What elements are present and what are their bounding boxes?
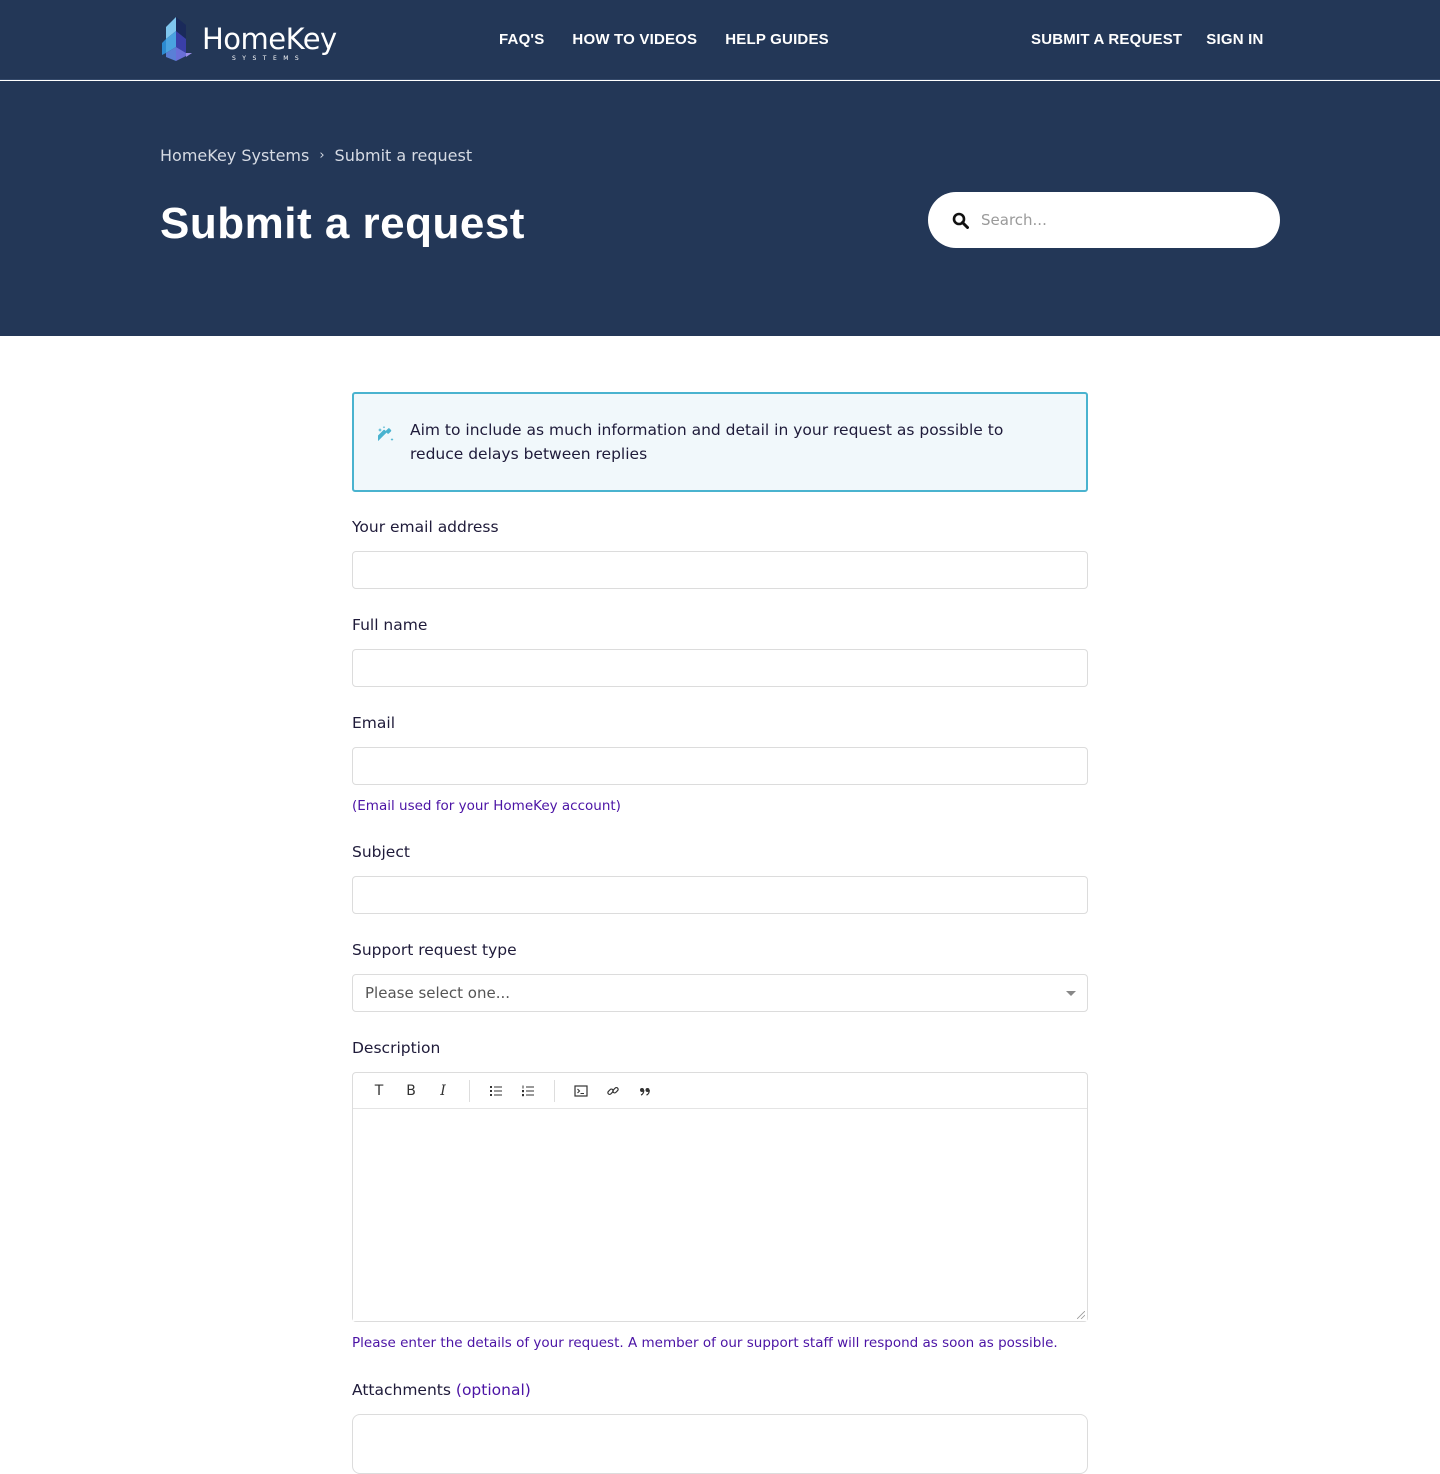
field-attachments: Attachments (optional) <box>352 1379 1088 1474</box>
request-type-select[interactable]: Please select one... <box>352 974 1088 1012</box>
quote-icon <box>640 1087 650 1096</box>
notice-text: Aim to include as much information and d… <box>410 421 1004 463</box>
request-type-label: Support request type <box>352 941 517 959</box>
description-textarea[interactable] <box>353 1109 1087 1321</box>
request-type-selected: Please select one... <box>365 984 510 1002</box>
field-subject: Subject <box>352 841 1088 914</box>
your-email-input[interactable] <box>352 551 1088 589</box>
subject-input[interactable] <box>352 876 1088 914</box>
toolbar-divider <box>554 1079 555 1102</box>
bulleted-list-button[interactable] <box>480 1077 512 1105</box>
info-notice: Aim to include as much information and d… <box>352 392 1088 492</box>
subject-label: Subject <box>352 843 410 861</box>
account-nav: SUBMIT A REQUEST SIGN IN <box>1031 30 1264 50</box>
search-icon <box>952 212 969 229</box>
breadcrumb-separator: › <box>319 148 325 163</box>
italic-button[interactable]: I <box>427 1077 459 1105</box>
description-editor: T B I <box>352 1072 1088 1322</box>
email-input[interactable] <box>352 747 1088 785</box>
numbered-list-icon <box>522 1085 534 1096</box>
house-key-logo-icon <box>162 17 192 61</box>
full-name-label: Full name <box>352 616 428 634</box>
nav-how-to-videos[interactable]: HOW TO VIDEOS <box>572 30 697 50</box>
top-navigation-bar: HomeKey SYSTEMS FAQ'S HOW TO VIDEOS HELP… <box>0 0 1440 80</box>
bold-button[interactable]: B <box>395 1077 427 1105</box>
code-block-button[interactable] <box>565 1077 597 1105</box>
code-block-icon <box>574 1084 588 1097</box>
quote-button[interactable] <box>629 1077 661 1105</box>
numbered-list-button[interactable] <box>512 1077 544 1105</box>
link-button[interactable] <box>597 1077 629 1105</box>
search-box[interactable] <box>928 192 1280 248</box>
field-full-name: Full name <box>352 614 1088 687</box>
editor-toolbar: T B I <box>353 1073 1087 1109</box>
page-title: Submit a request <box>160 199 525 248</box>
breadcrumb: HomeKey Systems › Submit a request <box>160 145 472 167</box>
search-input[interactable] <box>981 211 1261 229</box>
main-nav: FAQ'S HOW TO VIDEOS HELP GUIDES <box>499 30 829 50</box>
request-form: Aim to include as much information and d… <box>352 392 1088 1474</box>
email-label: Email <box>352 714 396 732</box>
brand-name: HomeKey <box>202 22 337 56</box>
full-name-input[interactable] <box>352 649 1088 687</box>
resize-handle-icon[interactable] <box>1077 1311 1085 1319</box>
breadcrumb-home[interactable]: HomeKey Systems <box>160 145 309 167</box>
field-email: Email (Email used for your HomeKey accou… <box>352 712 1088 815</box>
page-hero: HomeKey Systems › Submit a request Submi… <box>0 81 1440 336</box>
field-your-email: Your email address <box>352 516 1088 589</box>
magic-wand-icon <box>378 426 394 441</box>
brand-subtitle: SYSTEMS <box>232 55 306 62</box>
homekey-logo[interactable]: HomeKey SYSTEMS <box>160 17 337 65</box>
nav-submit-request[interactable]: SUBMIT A REQUEST <box>1031 30 1182 50</box>
email-hint: (Email used for your HomeKey account) <box>352 798 621 814</box>
nav-help-guides[interactable]: HELP GUIDES <box>725 30 829 50</box>
bulleted-list-icon <box>490 1085 502 1096</box>
attachments-optional: (optional) <box>455 1381 531 1399</box>
your-email-label: Your email address <box>352 518 499 536</box>
nav-faqs[interactable]: FAQ'S <box>499 30 544 50</box>
description-label: Description <box>352 1039 441 1057</box>
chevron-down-icon <box>1066 991 1076 996</box>
field-description: Description T B I Please enter the detai… <box>352 1037 1088 1352</box>
attachments-label: Attachments (optional) <box>352 1381 531 1399</box>
link-icon <box>607 1086 619 1095</box>
text-style-button[interactable]: T <box>363 1077 395 1105</box>
nav-sign-in[interactable]: SIGN IN <box>1206 30 1263 50</box>
attachments-label-text: Attachments <box>352 1381 451 1399</box>
description-hint: Please enter the details of your request… <box>352 1335 1058 1351</box>
attachments-dropzone[interactable] <box>352 1414 1088 1474</box>
breadcrumb-current[interactable]: Submit a request <box>335 145 473 167</box>
toolbar-divider <box>469 1079 470 1102</box>
field-request-type: Support request type Please select one..… <box>352 939 1088 1012</box>
